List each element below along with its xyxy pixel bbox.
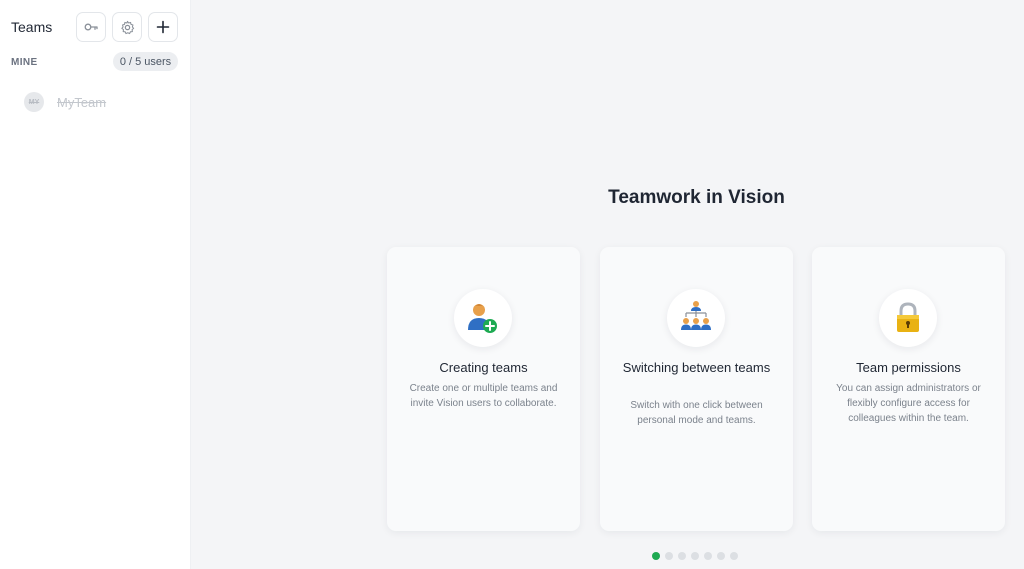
key-icon — [84, 23, 98, 31]
card-title: Switching between teams — [622, 360, 771, 375]
users-count-badge: 0 / 5 users — [113, 52, 178, 71]
card-icon-circle — [879, 289, 937, 347]
card-icon-circle — [667, 289, 725, 347]
pagination-dot[interactable] — [665, 552, 673, 560]
pagination-dot[interactable] — [717, 552, 725, 560]
main-content: Teamwork in Vision Creating teams Create… — [192, 0, 1024, 569]
add-team-button[interactable] — [148, 12, 178, 42]
sidebar: Teams MINE 0 / 5 users MY MyTeam — [0, 0, 191, 569]
pagination-dot[interactable] — [691, 552, 699, 560]
card-description: You can assign administrators or flexibl… — [836, 383, 981, 424]
feature-card-switching-teams: Switching between teams Switch with one … — [600, 247, 793, 531]
pagination-dot[interactable] — [678, 552, 686, 560]
sidebar-header: Teams — [0, 0, 191, 52]
feature-card-creating-teams: Creating teams Create one or multiple te… — [387, 247, 580, 531]
card-title: Team permissions — [856, 360, 961, 375]
pagination-dot[interactable] — [652, 552, 660, 560]
card-description: Create one or multiple teams and invite … — [409, 383, 558, 409]
gear-icon — [120, 20, 134, 34]
pagination-dot[interactable] — [704, 552, 712, 560]
team-avatar: MY — [24, 92, 44, 112]
app: Teams MINE 0 / 5 users MY MyTeam Teamwor… — [0, 0, 1024, 569]
card-icon-circle — [454, 289, 512, 347]
user-add-icon — [468, 304, 497, 333]
pagination-dot[interactable] — [730, 552, 738, 560]
sidebar-title: Teams — [11, 19, 53, 35]
team-hierarchy-icon — [681, 301, 711, 330]
settings-button[interactable] — [112, 12, 142, 42]
key-button[interactable] — [76, 12, 106, 42]
card-title: Creating teams — [439, 360, 528, 375]
team-name: MyTeam — [57, 94, 107, 110]
team-list-item[interactable]: MY MyTeam — [18, 89, 178, 115]
page-heading: Teamwork in Vision — [608, 187, 785, 208]
section-label-mine: MINE — [11, 57, 38, 68]
carousel-pagination — [652, 552, 738, 562]
plus-icon — [156, 20, 170, 34]
lock-icon — [897, 302, 919, 332]
card-description: Switch with one click between personal m… — [630, 400, 763, 426]
feature-card-team-permissions: Team permissions You can assign administ… — [812, 247, 1005, 531]
